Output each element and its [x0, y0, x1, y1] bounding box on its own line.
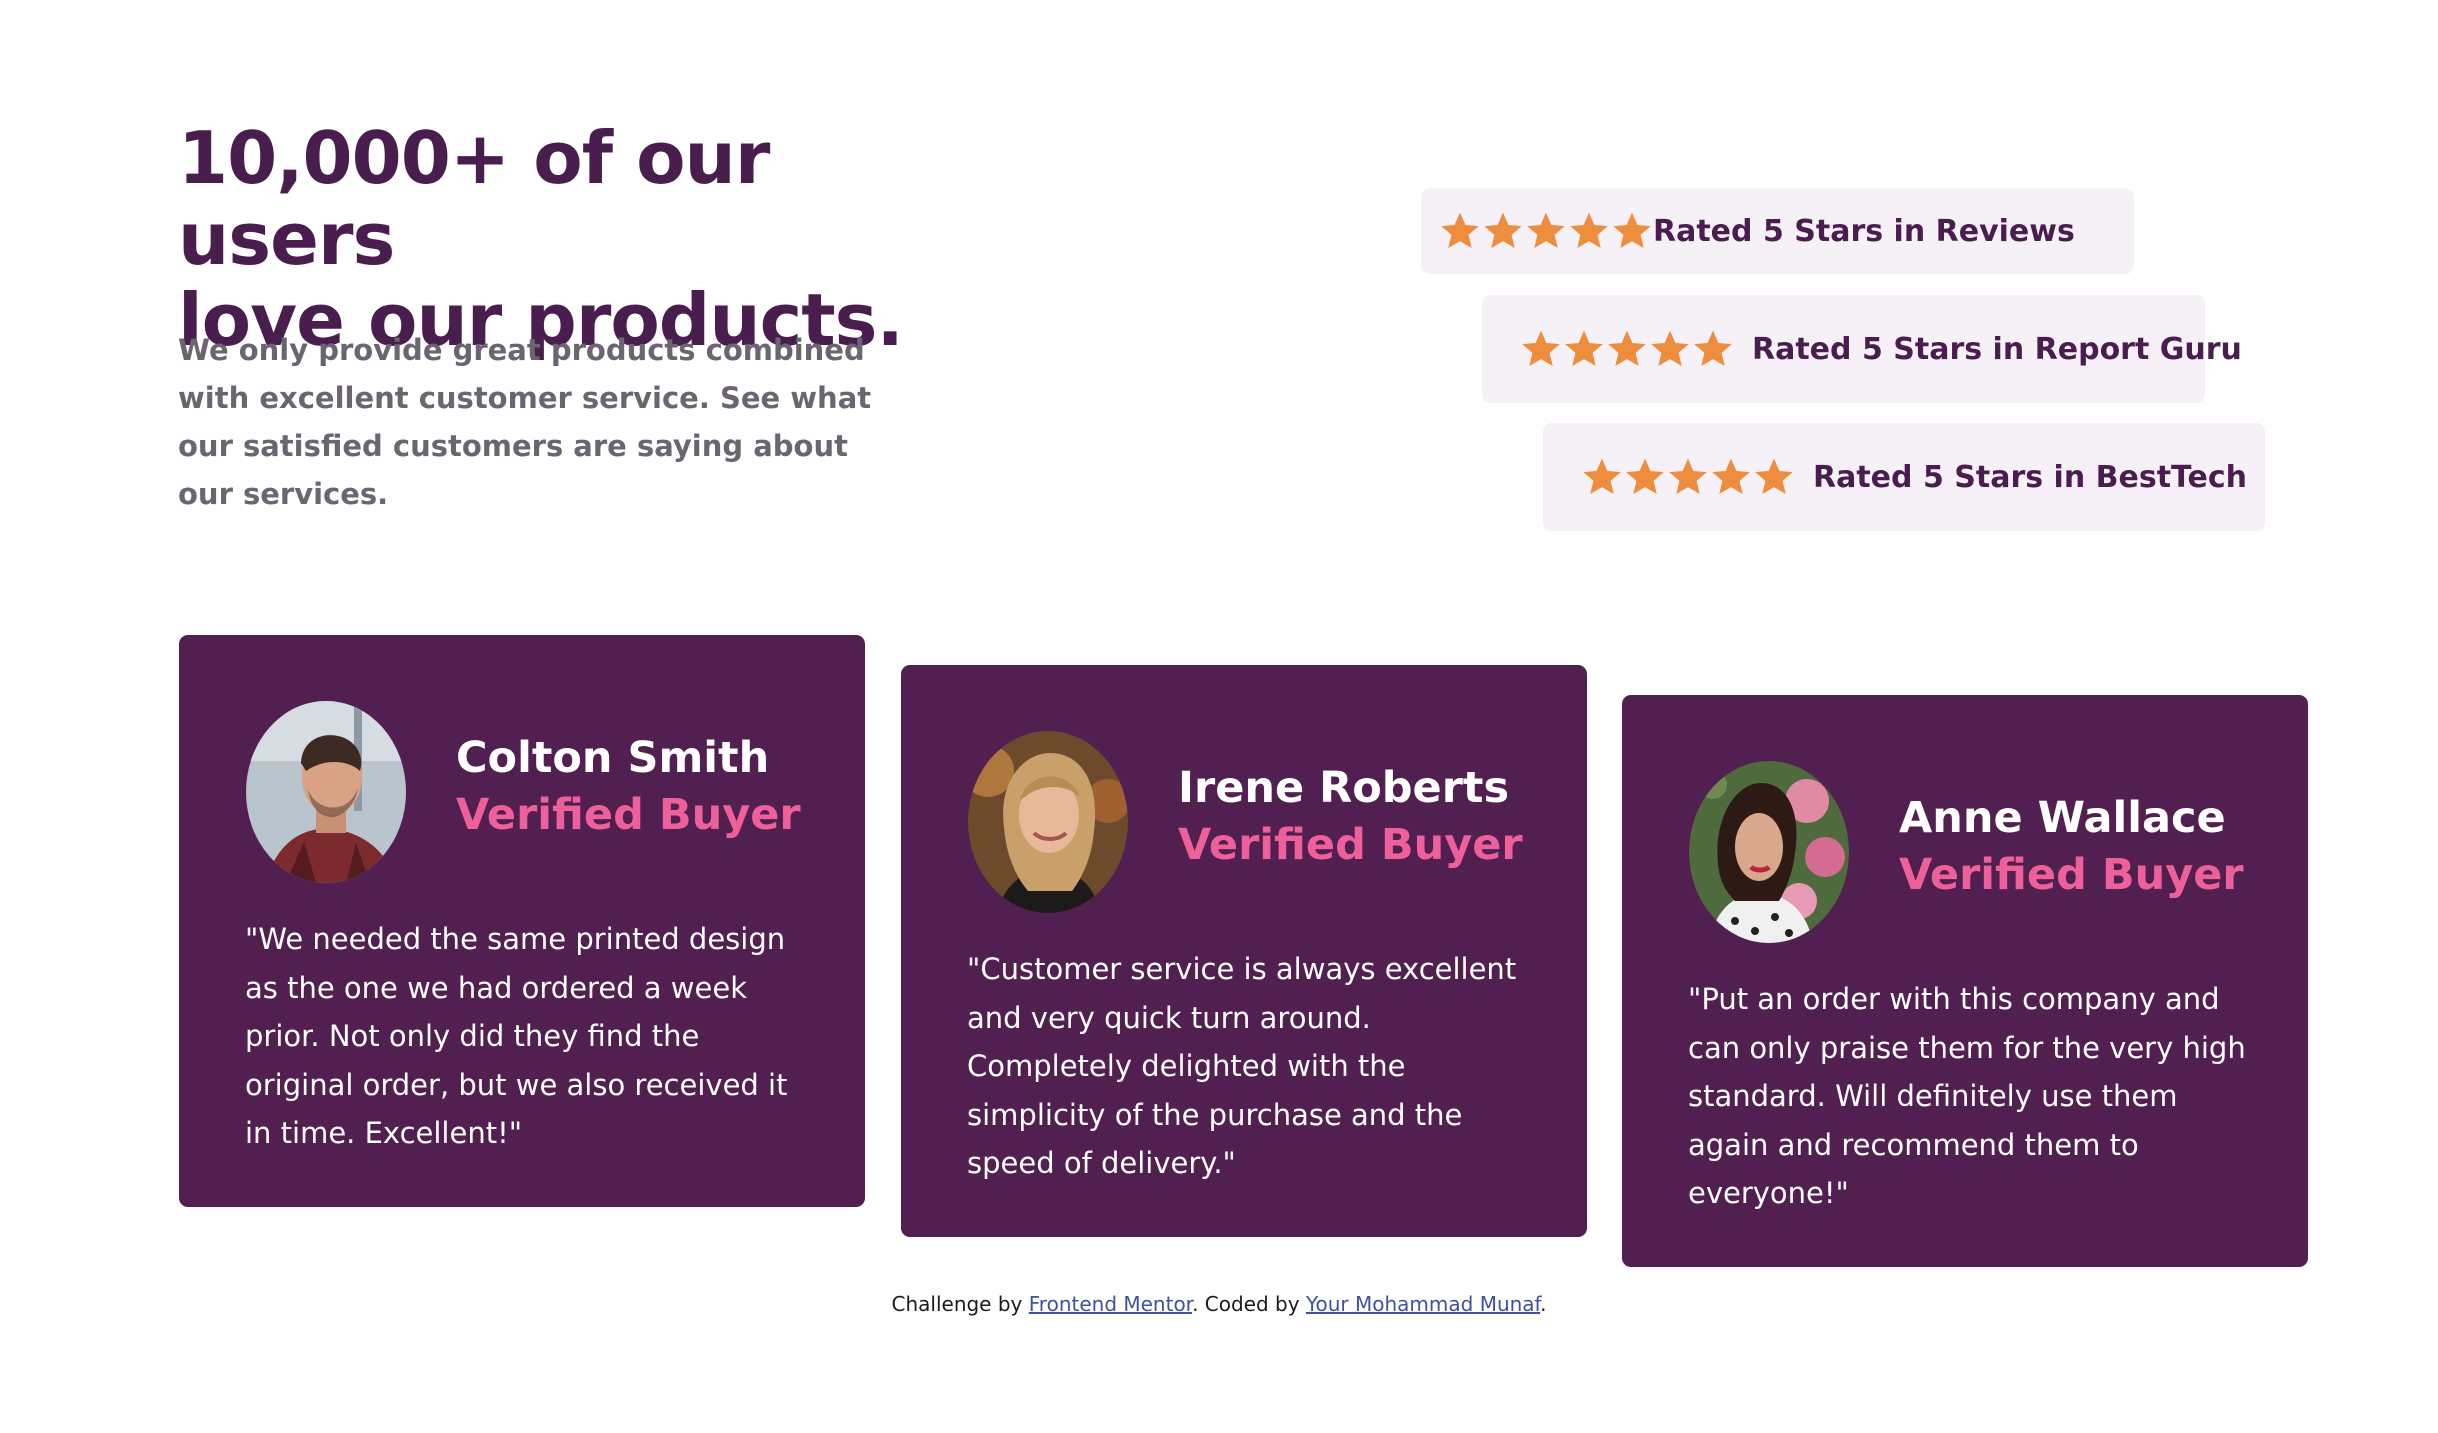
star-icon — [1441, 212, 1479, 248]
reviewer-role: Verified Buyer — [1899, 850, 2244, 900]
star-icon — [1626, 458, 1664, 494]
star-icon — [1583, 458, 1621, 494]
avatar — [1689, 761, 1849, 943]
reviewer-name: Anne Wallace — [1899, 793, 2226, 843]
avatar — [968, 731, 1128, 913]
star-rating — [1581, 456, 1795, 498]
rating-label: Rated 5 Stars in Report Guru — [1752, 331, 2242, 367]
attribution: Challenge by Frontend Mentor. Coded by Y… — [0, 1292, 2438, 1316]
attribution-suffix: . — [1540, 1292, 1547, 1316]
headline-line-1: 10,000+ of our users — [178, 116, 770, 281]
star-icon — [1755, 458, 1793, 494]
rating-label: Rated 5 Stars in Reviews — [1653, 213, 2075, 249]
star-icon — [1565, 330, 1603, 366]
rating-besttech: Rated 5 Stars in BestTech — [1543, 423, 2265, 531]
rating-reviews: Rated 5 Stars in Reviews — [1421, 188, 2134, 274]
frontend-mentor-link[interactable]: Frontend Mentor — [1029, 1292, 1192, 1316]
star-icon — [1694, 330, 1732, 366]
star-icon — [1712, 458, 1750, 494]
rating-report-guru: Rated 5 Stars in Report Guru — [1482, 295, 2242, 403]
star-rating — [1439, 210, 1653, 252]
star-icon — [1527, 212, 1565, 248]
reviewer-role: Verified Buyer — [1178, 820, 1523, 870]
testimonial-card: Anne Wallace Verified Buyer "Put an orde… — [1622, 695, 2308, 1267]
testimonial-card: Irene Roberts Verified Buyer "Customer s… — [901, 665, 1587, 1237]
page-title: 10,000+ of our users love our products. — [178, 118, 938, 361]
star-rating — [1520, 328, 1734, 370]
reviewer-role: Verified Buyer — [456, 790, 801, 840]
rating-label: Rated 5 Stars in BestTech — [1813, 459, 2248, 495]
star-icon — [1522, 330, 1560, 366]
reviewer-name: Colton Smith — [456, 733, 770, 783]
attribution-middle: . Coded by — [1192, 1292, 1306, 1316]
star-icon — [1669, 458, 1707, 494]
intro-text: We only provide great products combined … — [178, 333, 872, 511]
testimonial-quote: "Put an order with this company and can … — [1688, 982, 2246, 1210]
star-icon — [1570, 212, 1608, 248]
star-icon — [1484, 212, 1522, 248]
star-icon — [1613, 212, 1651, 248]
reviewer-name: Irene Roberts — [1178, 763, 1510, 813]
avatar — [246, 701, 406, 883]
testimonial-quote: "Customer service is always excellent an… — [967, 952, 1517, 1180]
author-link[interactable]: Your Mohammad Munaf — [1306, 1292, 1540, 1316]
star-icon — [1651, 330, 1689, 366]
testimonial-quote: "We needed the same printed design as th… — [245, 922, 788, 1150]
testimonial-card: Colton Smith Verified Buyer "We needed t… — [179, 635, 865, 1207]
attribution-prefix: Challenge by — [891, 1292, 1029, 1316]
star-icon — [1608, 330, 1646, 366]
